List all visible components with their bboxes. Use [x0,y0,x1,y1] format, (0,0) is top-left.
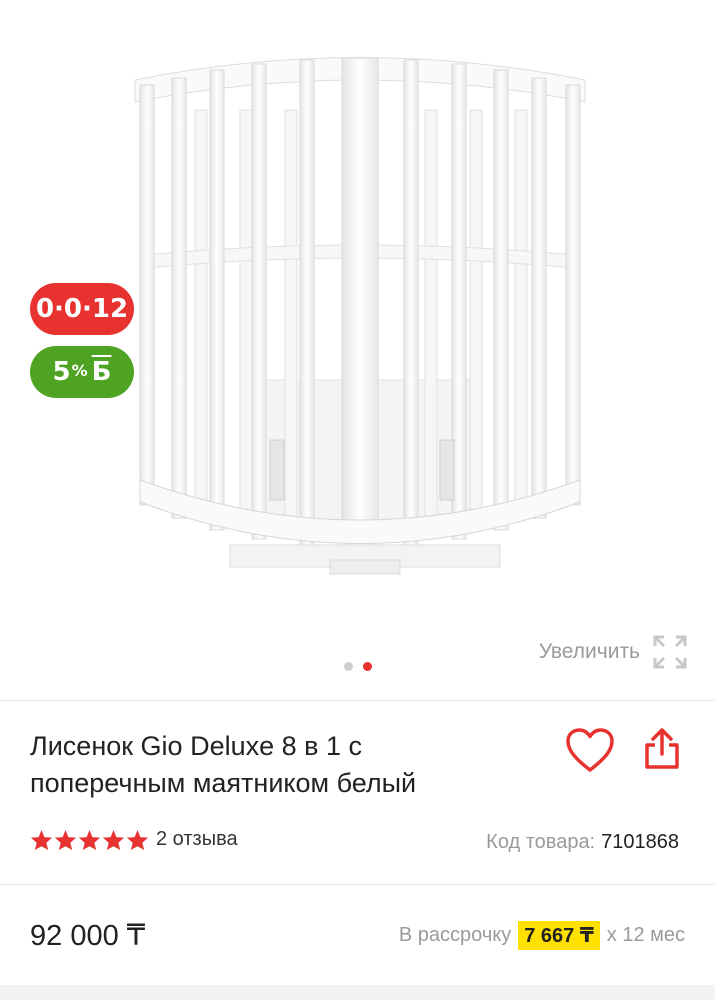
bonus-currency: Б [91,357,112,387]
carousel-dot[interactable] [343,662,353,671]
star-icon [102,829,125,850]
monthly-payment: 7 667 ₸ [518,921,600,950]
price: 92 000 ₸ [30,920,146,952]
star-icon [30,829,53,850]
star-rating [30,829,149,851]
heart-icon[interactable] [565,728,615,774]
installment-label: В рассрочку [398,924,512,946]
zoom-label: Увеличить [538,640,640,663]
bottom-bar [0,985,715,1000]
installment-term: х 12 мес [606,924,685,946]
carousel-dots [0,662,715,671]
reviews-link[interactable]: 2 отзыва [156,828,238,851]
product-image[interactable] [120,40,600,600]
bonus-value: 5 [52,357,71,387]
star-icon [54,829,77,850]
sku-value: 7101868 [601,831,679,853]
rating[interactable]: 2 отзыва [30,828,238,851]
title-line-1: Лисенок Gio Deluxe 8 в 1 с [30,731,363,761]
star-icon [126,829,149,850]
sku-label: Код товара: [486,831,596,853]
product-gallery[interactable]: 0·0·12 5% Б Увеличить [0,0,715,700]
bonus-badge: 5% Б [30,346,134,398]
divider [0,884,715,885]
divider [0,700,715,701]
product-title: Лисенок Gio Deluxe 8 в 1 с поперечным ма… [30,728,530,802]
star-icon [78,829,101,850]
installment-offer[interactable]: В рассрочку 7 667 ₸ х 12 мес [399,921,685,950]
share-icon[interactable] [642,728,682,770]
installment-badge: 0·0·12 [30,283,134,335]
title-line-2: поперечным маятником белый [30,768,417,798]
bonus-percent: % [71,360,88,380]
carousel-dot-active[interactable] [362,662,372,671]
sku: Код товара: 7101868 [486,831,679,854]
